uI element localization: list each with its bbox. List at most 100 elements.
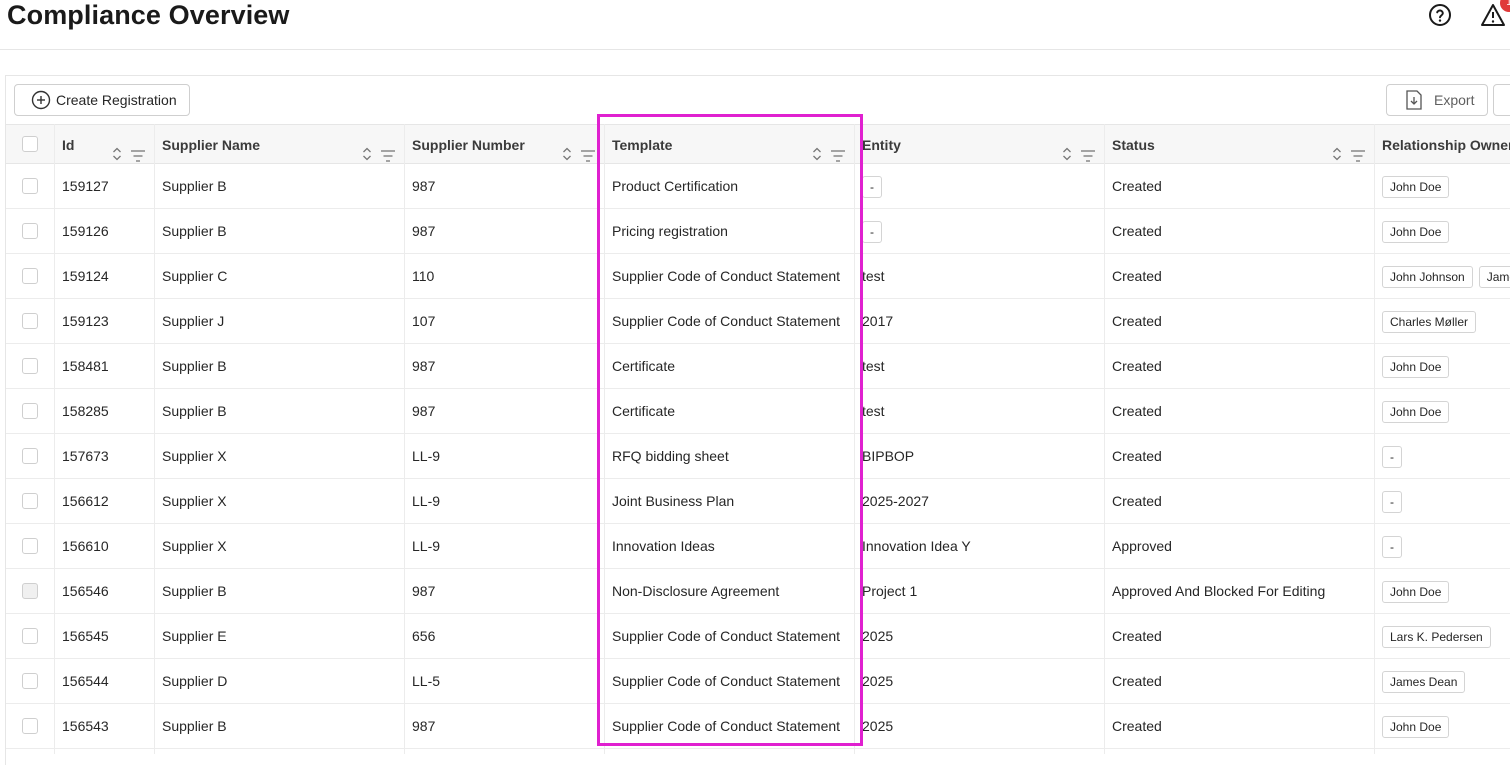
filter-icon[interactable]: [130, 138, 146, 162]
filter-icon[interactable]: [1350, 138, 1366, 162]
filter-icon[interactable]: [830, 138, 846, 162]
cell-status: Created: [1112, 358, 1162, 374]
row-checkbox[interactable]: [22, 178, 38, 194]
owner-tag[interactable]: John Doe: [1382, 581, 1450, 604]
row-checkbox: [22, 583, 38, 599]
sort-icon[interactable]: [112, 137, 122, 161]
select-all-checkbox[interactable]: [22, 136, 38, 152]
column-header-label: Supplier Name: [162, 137, 261, 153]
table-row[interactable]: 159126 Supplier B 987 Pricing registration -…: [6, 209, 1510, 254]
owner-tag[interactable]: Charles Møller: [1382, 311, 1477, 334]
table-row[interactable]: 156544 Supplier D LL-5 Supplier Code of Con…: [6, 659, 1510, 704]
column-divider: [604, 124, 605, 754]
cell-status: Approved: [1112, 538, 1172, 554]
table-row[interactable]: 156546 Supplier B 987 Non-Disclosure Agreem…: [6, 569, 1510, 614]
owner-tag[interactable]: John Johnson: [1382, 266, 1473, 289]
column-header-id[interactable]: Id: [54, 125, 154, 165]
cell-relationship-owner: John Doe: [1382, 389, 1510, 434]
filter-icon[interactable]: [580, 138, 596, 162]
cell-entity: BIPBOP: [862, 448, 915, 464]
cell-template: Certificate: [612, 358, 676, 374]
owner-tag[interactable]: James Dean: [1382, 671, 1466, 694]
column-divider: [54, 124, 55, 754]
row-checkbox[interactable]: [22, 628, 38, 644]
owner-tag[interactable]: -: [1382, 536, 1402, 559]
cell-entity: 2025: [862, 628, 894, 644]
export-label: Export: [1434, 92, 1475, 108]
sort-icon[interactable]: [1332, 137, 1342, 161]
column-header-template[interactable]: Template: [604, 125, 854, 165]
cell-supplier-number: 987: [412, 718, 436, 734]
row-checkbox[interactable]: [22, 673, 38, 689]
owner-tag[interactable]: John Doe: [1382, 716, 1450, 739]
sort-icon[interactable]: [812, 137, 822, 161]
table-row[interactable]: 159123 Supplier J 107 Supplier Code of Cond…: [6, 299, 1510, 344]
table-row[interactable]: 156610 Supplier X LL-9 Innovation Ideas Inno…: [6, 524, 1510, 569]
column-header-label: Relationship Owner: [1382, 137, 1510, 153]
table-row[interactable]: 156543 Supplier B 987 Supplier Code of Cond…: [6, 704, 1510, 749]
owner-tag[interactable]: -: [1382, 446, 1402, 469]
row-checkbox[interactable]: [22, 718, 38, 734]
owner-tag[interactable]: John Doe: [1382, 356, 1450, 379]
cell-status: Created: [1112, 628, 1162, 644]
column-header-supplier-number[interactable]: Supplier Number: [404, 125, 604, 165]
row-checkbox[interactable]: [22, 358, 38, 374]
cell-template: Supplier Code of Conduct Statement: [612, 313, 841, 329]
column-header-label: Entity: [862, 137, 901, 153]
cell-entity: 2025-2027: [862, 493, 929, 509]
row-checkbox[interactable]: [22, 268, 38, 284]
cell-relationship-owner: John JohnsonJames: [1382, 254, 1510, 299]
table-row[interactable]: 156545 Supplier E 656 Supplier Code of Cond…: [6, 614, 1510, 659]
cell-id: 156545: [62, 628, 109, 644]
sort-icon[interactable]: [562, 137, 572, 161]
filter-icon[interactable]: [380, 138, 396, 162]
column-header-status[interactable]: Status: [1104, 125, 1374, 165]
column-header-label: Id: [62, 137, 75, 153]
row-checkbox[interactable]: [22, 403, 38, 419]
table-row[interactable]: 159124 Supplier C 110 Supplier Code of Cond…: [6, 254, 1510, 299]
cell-supplier-name: Supplier B: [162, 178, 227, 194]
cell-status: Created: [1112, 718, 1162, 734]
cell-template: Supplier Code of Conduct Statement: [612, 268, 841, 284]
column-header-relationship-owner[interactable]: Relationship Owner: [1374, 125, 1510, 165]
cell-template: Non-Disclosure Agreement: [612, 583, 780, 599]
filter-icon[interactable]: [1080, 138, 1096, 162]
row-checkbox[interactable]: [22, 223, 38, 239]
cell-supplier-number: 107: [412, 313, 436, 329]
owner-tag[interactable]: Lars K. Pedersen: [1382, 626, 1491, 649]
entity-tag: -: [862, 221, 882, 244]
cell-template: Supplier Code of Conduct Statement: [612, 673, 841, 689]
cell-supplier-name: Supplier B: [162, 403, 227, 419]
table-row[interactable]: 159127 Supplier B 987 Product Certification…: [6, 164, 1510, 209]
row-checkbox[interactable]: [22, 493, 38, 509]
create-registration-label: Create Registration: [56, 92, 177, 108]
sort-icon[interactable]: [362, 137, 372, 161]
column-header-entity[interactable]: Entity: [854, 125, 1104, 165]
row-checkbox[interactable]: [22, 538, 38, 554]
more-actions-button[interactable]: [1493, 84, 1510, 116]
table-row[interactable]: 158481 Supplier B 987 Certificate test Create…: [6, 344, 1510, 389]
row-checkbox[interactable]: [22, 448, 38, 464]
owner-tag[interactable]: -: [1382, 491, 1402, 514]
cell-supplier-number: 987: [412, 583, 436, 599]
table-row[interactable]: 157673 Supplier X LL-9 RFQ bidding sheet BIP…: [6, 434, 1510, 479]
cell-status: Created: [1112, 223, 1162, 239]
create-registration-button[interactable]: Create Registration: [14, 84, 190, 116]
cell-relationship-owner: -: [1382, 524, 1510, 569]
cell-entity: Innovation Idea Y: [862, 538, 971, 554]
cell-id: 159123: [62, 313, 109, 329]
sort-icon[interactable]: [1062, 137, 1072, 161]
owner-tag[interactable]: John Doe: [1382, 221, 1450, 244]
table-row[interactable]: 156612 Supplier X LL-9 Joint Business Plan 2…: [6, 479, 1510, 524]
export-button[interactable]: Export: [1386, 84, 1488, 116]
column-header-label: Supplier Number: [412, 137, 525, 153]
table-row[interactable]: 158285 Supplier B 987 Certificate test Create…: [6, 389, 1510, 434]
cell-status: Created: [1112, 403, 1162, 419]
column-header-supplier-name[interactable]: Supplier Name: [154, 125, 404, 165]
help-icon[interactable]: [1428, 3, 1452, 27]
owner-tag[interactable]: John Doe: [1382, 176, 1450, 199]
row-checkbox[interactable]: [22, 313, 38, 329]
cell-supplier-name: Supplier X: [162, 538, 227, 554]
owner-tag[interactable]: James: [1478, 266, 1510, 289]
owner-tag[interactable]: John Doe: [1382, 401, 1450, 424]
